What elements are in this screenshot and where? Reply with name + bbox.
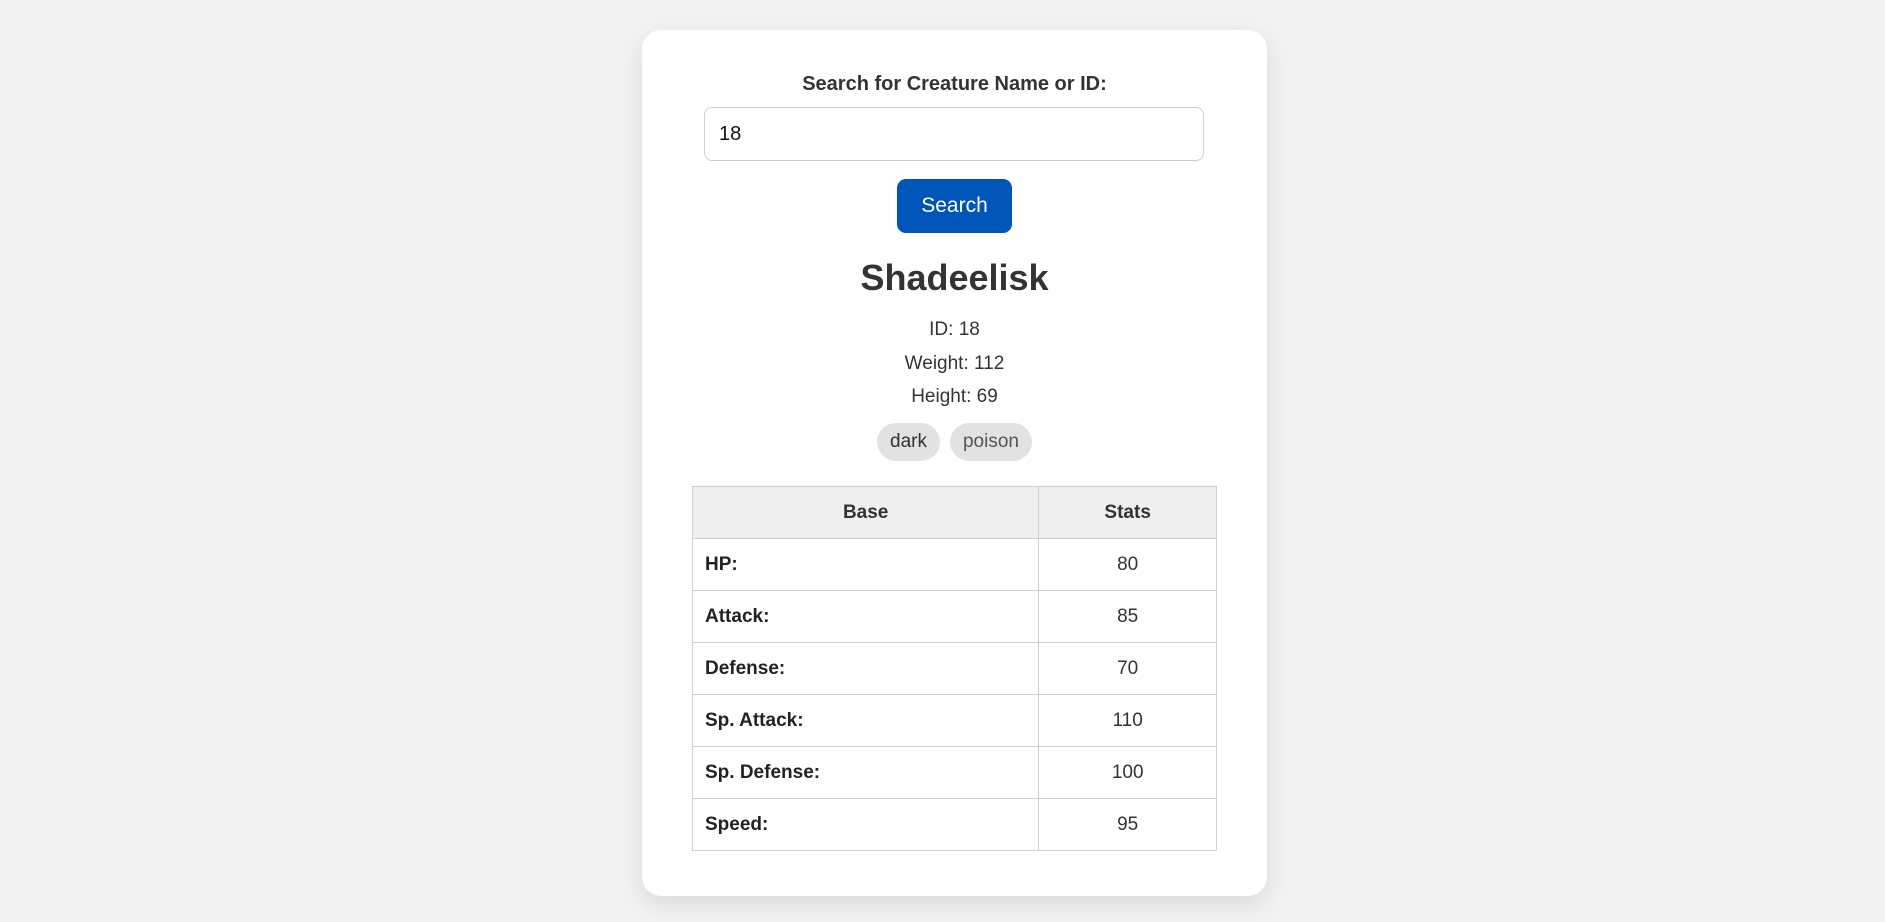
stat-value-sp-attack: 110	[1038, 694, 1217, 747]
header-stats: Stats	[1038, 486, 1217, 539]
stat-label-speed: Speed:	[691, 798, 1040, 851]
table-row: Speed: 95	[691, 798, 1217, 851]
search-label: Search for Creature Name or ID:	[802, 73, 1107, 95]
table-row: Sp. Attack: 110	[691, 694, 1217, 747]
creature-weight: Weight: 112	[904, 353, 1005, 374]
table-row: HP: 80	[691, 538, 1217, 591]
search-input[interactable]	[704, 107, 1204, 161]
stat-label-sp-attack: Sp. Attack:	[691, 694, 1040, 747]
creature-search-card: Search for Creature Name or ID: Search S…	[642, 30, 1267, 896]
stat-label-defense: Defense:	[691, 642, 1040, 695]
type-badge-poison: poison	[949, 423, 1032, 461]
stat-value-attack: 85	[1038, 590, 1217, 643]
stat-value-sp-defense: 100	[1038, 746, 1217, 799]
stat-label-hp: HP:	[691, 538, 1040, 591]
creature-id: ID: 18	[929, 319, 980, 340]
header-base: Base	[691, 486, 1040, 539]
creature-height: Height: 69	[911, 386, 998, 407]
stats-table-header-row: Base Stats	[691, 486, 1217, 539]
creature-name: Shadeelisk	[860, 257, 1049, 298]
type-badge-dark: dark	[877, 423, 940, 461]
stat-label-attack: Attack:	[691, 590, 1040, 643]
table-row: Sp. Defense: 100	[691, 746, 1217, 799]
creature-types: dark poison	[642, 423, 1267, 461]
stat-value-hp: 80	[1038, 538, 1217, 591]
table-row: Defense: 70	[691, 642, 1217, 695]
stat-value-speed: 95	[1038, 798, 1217, 851]
search-button[interactable]: Search	[897, 179, 1012, 233]
stat-label-sp-defense: Sp. Defense:	[691, 746, 1040, 799]
stat-value-defense: 70	[1038, 642, 1217, 695]
table-row: Attack: 85	[691, 590, 1217, 643]
stats-table: Base Stats HP: 80 Attack: 85 Defense: 70…	[691, 486, 1217, 851]
